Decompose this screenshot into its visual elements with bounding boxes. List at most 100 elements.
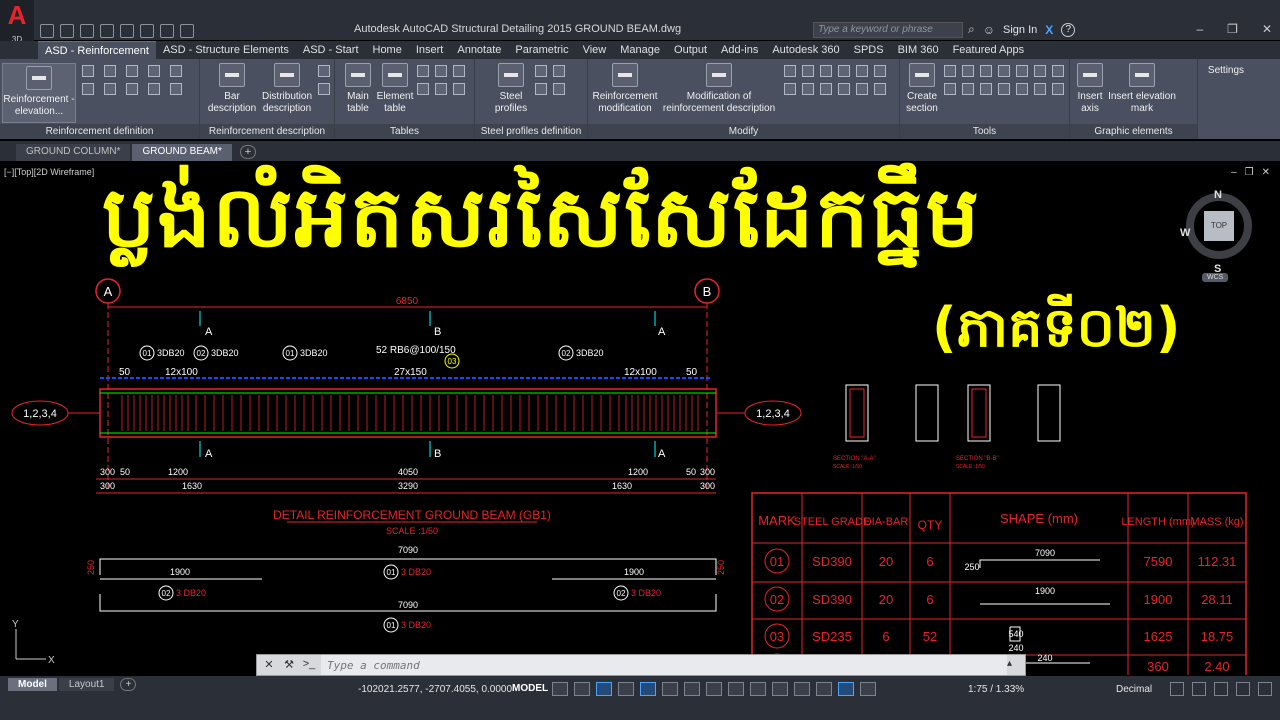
units-dropdown[interactable]: Decimal — [1116, 684, 1152, 695]
compass-w[interactable]: W — [1180, 227, 1190, 239]
viewport-restore-icon[interactable]: ❐ — [1245, 167, 1254, 178]
tab-spds[interactable]: SPDS — [847, 41, 891, 59]
tab-output[interactable]: Output — [667, 41, 714, 59]
tab-view[interactable]: View — [576, 41, 614, 59]
tab-insert[interactable]: Insert — [409, 41, 451, 59]
tool-icon[interactable] — [1052, 83, 1064, 95]
reinforcement-modification-button[interactable]: Reinforcement modification — [590, 63, 660, 115]
wcs-dropdown[interactable]: WCS — [1202, 273, 1229, 282]
hardware-acceleration-icon[interactable] — [1214, 682, 1228, 696]
tab-asd-reinforcement[interactable]: ASD - Reinforcement — [38, 41, 156, 59]
viewport-minimize-icon[interactable]: – — [1231, 167, 1237, 178]
close-icon[interactable]: ✕ — [1262, 22, 1272, 36]
tab-annotate[interactable]: Annotate — [450, 41, 508, 59]
print-icon[interactable] — [120, 24, 134, 38]
close-command-icon[interactable]: ✕ — [261, 658, 277, 672]
rebar-tool-icon[interactable] — [148, 83, 160, 95]
modify-tool-icon[interactable] — [856, 83, 868, 95]
table-tool-icon[interactable] — [453, 83, 465, 95]
edit-description-icon[interactable] — [318, 65, 330, 77]
tab-autodesk-360[interactable]: Autodesk 360 — [765, 41, 846, 59]
tab-parametric[interactable]: Parametric — [508, 41, 575, 59]
doc-tab-ground-beam[interactable]: GROUND BEAM* — [132, 144, 232, 161]
3d-osnap-icon[interactable] — [750, 682, 766, 696]
model-space-toggle[interactable]: MODEL — [512, 683, 548, 694]
dynamic-ucs-icon[interactable] — [772, 682, 788, 696]
recent-commands-icon[interactable]: >_ — [301, 658, 317, 672]
tab-add-ins[interactable]: Add-ins — [714, 41, 765, 59]
tool-icon[interactable] — [1016, 83, 1028, 95]
main-table-button[interactable]: Main table — [339, 63, 377, 115]
auto-scale-icon[interactable] — [860, 682, 876, 696]
osnap-icon[interactable] — [640, 682, 656, 696]
modify-tool-icon[interactable] — [784, 65, 796, 77]
tool-icon[interactable] — [1034, 65, 1046, 77]
undo-icon[interactable] — [140, 24, 154, 38]
snap-icon[interactable] — [574, 682, 590, 696]
insert-axis-button[interactable]: Insert axis — [1072, 63, 1108, 115]
command-history-icon[interactable]: ▴ — [1007, 658, 1021, 672]
rebar-tool-icon[interactable] — [82, 65, 94, 77]
new-file-icon[interactable] — [40, 24, 54, 38]
redo-icon[interactable] — [160, 24, 174, 38]
tab-manage[interactable]: Manage — [613, 41, 667, 59]
tab-asd-start[interactable]: ASD - Start — [296, 41, 366, 59]
element-table-button[interactable]: Element table — [375, 63, 415, 115]
steel-profiles-button[interactable]: Steel profiles — [489, 63, 533, 115]
drawing-canvas[interactable]: A B 6850 A B A A B A 01 3DB20 02 3DB20 0… — [0, 161, 1280, 675]
modify-tool-icon[interactable] — [784, 83, 796, 95]
annotation-visibility-icon[interactable] — [838, 682, 854, 696]
settings-button[interactable]: Settings — [1200, 65, 1252, 77]
table-tool-icon[interactable] — [435, 83, 447, 95]
tool-icon[interactable] — [980, 65, 992, 77]
isolate-objects-icon[interactable] — [1192, 682, 1206, 696]
tool-icon[interactable] — [944, 83, 956, 95]
tool-icon[interactable] — [980, 83, 992, 95]
add-layout-icon[interactable]: + — [120, 678, 137, 691]
lineweight-icon[interactable] — [684, 682, 700, 696]
tool-icon[interactable] — [998, 65, 1010, 77]
restore-icon[interactable]: ❐ — [1227, 22, 1238, 36]
search-icon[interactable]: ⌕ — [968, 22, 975, 37]
modify-tool-icon[interactable] — [820, 65, 832, 77]
tool-icon[interactable] — [1034, 83, 1046, 95]
user-icon[interactable]: ☺ — [983, 23, 995, 37]
profile-tool-icon[interactable] — [553, 65, 565, 77]
ortho-icon[interactable] — [596, 682, 612, 696]
modify-tool-icon[interactable] — [874, 65, 886, 77]
reinforcement-elevation-button[interactable]: Reinforcement - elevation... — [2, 63, 76, 123]
compass-n[interactable]: N — [1214, 189, 1222, 201]
tool-icon[interactable] — [1016, 65, 1028, 77]
modify-tool-icon[interactable] — [838, 65, 850, 77]
viewport-close-icon[interactable]: ✕ — [1262, 167, 1270, 178]
modify-tool-icon[interactable] — [802, 83, 814, 95]
exchange-apps-icon[interactable]: X — [1045, 23, 1053, 37]
rebar-tool-icon[interactable] — [170, 83, 182, 95]
edit-description-icon[interactable] — [318, 83, 330, 95]
table-tool-icon[interactable] — [453, 65, 465, 77]
rebar-tool-icon[interactable] — [170, 65, 182, 77]
distribution-description-button[interactable]: Distribution description — [258, 63, 316, 115]
help-icon[interactable]: ? — [1061, 22, 1076, 37]
gizmo-icon[interactable] — [816, 682, 832, 696]
save-as-icon[interactable] — [100, 24, 114, 38]
viewport-controls-label[interactable]: [−][Top][2D Wireframe] — [4, 167, 94, 177]
modify-tool-icon[interactable] — [802, 65, 814, 77]
customization-icon[interactable] — [1258, 682, 1272, 696]
open-file-icon[interactable] — [60, 24, 74, 38]
profile-tool-icon[interactable] — [535, 83, 547, 95]
modify-description-button[interactable]: Modification of reinforcement descriptio… — [660, 63, 778, 115]
profile-tool-icon[interactable] — [553, 83, 565, 95]
profile-tool-icon[interactable] — [535, 65, 547, 77]
viewcube-top-face[interactable]: TOP — [1204, 211, 1234, 241]
modify-tool-icon[interactable] — [874, 83, 886, 95]
modify-tool-icon[interactable] — [820, 83, 832, 95]
tool-icon[interactable] — [962, 65, 974, 77]
tab-bim-360[interactable]: BIM 360 — [891, 41, 946, 59]
rebar-tool-icon[interactable] — [148, 65, 160, 77]
grid-icon[interactable] — [552, 682, 568, 696]
modify-tool-icon[interactable] — [856, 65, 868, 77]
doc-tab-ground-column[interactable]: GROUND COLUMN* — [16, 144, 131, 161]
polar-icon[interactable] — [618, 682, 634, 696]
tool-icon[interactable] — [962, 83, 974, 95]
